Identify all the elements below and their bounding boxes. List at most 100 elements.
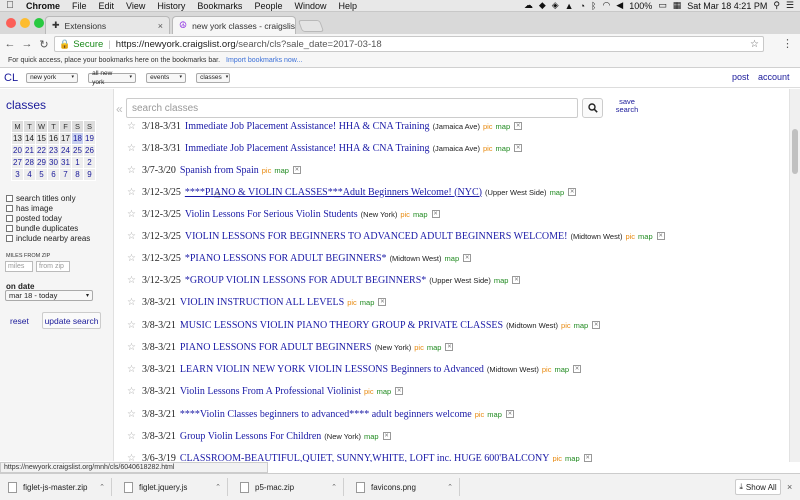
volume-icon[interactable]: ◀ [616, 0, 623, 11]
favorite-star-icon[interactable]: ☆ [127, 431, 136, 442]
calendar-day[interactable]: 26 [83, 144, 96, 157]
calendar-day-today[interactable]: 18 [71, 132, 84, 145]
calendar-day[interactable]: 20 [11, 144, 24, 157]
search-titles-only-checkbox[interactable]: search titles only [6, 194, 76, 203]
hide-posting-icon[interactable]: ✕ [583, 454, 592, 462]
lock-icon[interactable]: 🔒 [59, 39, 70, 50]
calendar-day[interactable]: 27 [11, 156, 24, 169]
favorite-star-icon[interactable]: ☆ [127, 187, 136, 198]
show-all-downloads-button[interactable]: ⤓ Show All [735, 479, 781, 495]
calendar-day[interactable]: 30 [47, 156, 60, 169]
bundle-duplicates-checkbox[interactable]: bundle duplicates [6, 224, 78, 233]
calendar-day[interactable]: 21 [23, 144, 36, 157]
flag-icon[interactable]: ▦ [673, 0, 682, 11]
cloud-icon[interactable]: ☁ [524, 0, 533, 11]
favorite-star-icon[interactable]: ☆ [127, 453, 136, 463]
hide-posting-icon[interactable]: ✕ [568, 188, 577, 196]
calendar-day[interactable]: 3 [11, 168, 24, 181]
calendar-day[interactable]: 4 [23, 168, 36, 181]
result-map-link[interactable]: map [638, 232, 653, 241]
calendar-day[interactable]: 5 [35, 168, 48, 181]
result-title-link[interactable]: Group Violin Lessons For Children [180, 431, 321, 442]
hide-posting-icon[interactable]: ✕ [512, 276, 521, 284]
section-select[interactable]: events ▾ [146, 72, 187, 83]
menu-chrome[interactable]: Chrome [20, 1, 66, 11]
checkbox-box[interactable] [6, 235, 13, 242]
result-map-link[interactable]: map [427, 343, 442, 352]
menu-view[interactable]: View [120, 1, 151, 11]
posted-today-checkbox[interactable]: posted today [6, 214, 62, 223]
update-search-button[interactable]: update search [42, 312, 101, 329]
bookmark-star-icon[interactable]: ☆ [750, 39, 759, 50]
zoom-window-button[interactable] [34, 18, 44, 28]
hide-posting-icon[interactable]: ✕ [573, 365, 582, 373]
result-map-link[interactable]: map [494, 276, 509, 285]
subarea-select[interactable]: all new york ▾ [88, 70, 137, 86]
result-title-link[interactable]: ****PIANO & VIOLIN CLASSES***Adult Begin… [185, 187, 482, 198]
result-title-link[interactable]: CLASSROOM-BEAUTIFUL,QUIET, SUNNY,WHITE, … [180, 453, 550, 463]
result-map-link[interactable]: map [360, 298, 375, 307]
result-title-link[interactable]: MUSIC LESSONS VIOLIN PIANO THEORY GROUP … [180, 320, 503, 331]
hide-posting-icon[interactable]: ✕ [505, 410, 514, 418]
menu-edit[interactable]: Edit [93, 1, 121, 11]
favorite-star-icon[interactable]: ☆ [127, 275, 136, 286]
page-scrollbar[interactable] [789, 89, 800, 462]
calendar-day[interactable]: 19 [83, 132, 96, 145]
forward-icon[interactable]: → [20, 38, 34, 50]
checkbox-box[interactable] [6, 195, 13, 202]
calendar-day[interactable]: 1 [71, 156, 84, 169]
favorite-star-icon[interactable]: ☆ [127, 320, 136, 331]
favorite-star-icon[interactable]: ☆ [127, 364, 136, 375]
new-tab-button[interactable] [297, 20, 325, 32]
result-title-link[interactable]: *PIANO LESSONS FOR ADULT BEGINNERS* [185, 253, 387, 264]
close-tab-icon[interactable]: × [158, 21, 163, 31]
calendar-day[interactable]: 28 [23, 156, 36, 169]
category-select[interactable]: classes ▾ [196, 72, 231, 83]
menu-history[interactable]: History [151, 1, 191, 11]
result-title-link[interactable]: Spanish from Spain [180, 165, 259, 176]
import-bookmarks-link[interactable]: Import bookmarks now... [226, 57, 302, 64]
zip-input[interactable]: from zip [36, 261, 70, 272]
calendar-day[interactable]: 22 [35, 144, 48, 157]
menu-file[interactable]: File [66, 1, 93, 11]
download-item[interactable]: figlet-js-master.zip ⌃ [0, 478, 112, 496]
triangle-icon[interactable]: ▲ [565, 1, 574, 11]
calendar-day[interactable]: 25 [71, 144, 84, 157]
post-link[interactable]: post [732, 72, 749, 82]
chevron-up-icon[interactable]: ⌃ [215, 483, 221, 491]
menubar-clock[interactable]: Sat Mar 18 4:21 PM [687, 1, 767, 11]
favorite-star-icon[interactable]: ☆ [127, 253, 136, 264]
include-nearby-areas-checkbox[interactable]: include nearby areas [6, 234, 90, 243]
shield-icon[interactable]: ◈ [552, 0, 559, 11]
checkbox-box[interactable] [6, 225, 13, 232]
favorite-star-icon[interactable]: ☆ [127, 409, 136, 420]
reset-button[interactable]: reset [10, 316, 29, 326]
favorite-star-icon[interactable]: ☆ [127, 231, 136, 242]
hide-posting-icon[interactable]: ✕ [431, 210, 440, 218]
calendar-day[interactable]: 6 [47, 168, 60, 181]
hide-posting-icon[interactable]: ✕ [514, 144, 523, 152]
download-item[interactable]: p5-mac.zip ⌃ [232, 478, 344, 496]
chevron-up-icon[interactable]: ⌃ [99, 483, 105, 491]
has-image-checkbox[interactable]: has image [6, 204, 53, 213]
result-title-link[interactable]: *GROUP VIOLIN LESSONS FOR ADULT BEGINNER… [185, 275, 426, 286]
menu-bookmarks[interactable]: Bookmarks [191, 1, 248, 11]
result-map-link[interactable]: map [364, 432, 379, 441]
favorite-star-icon[interactable]: ☆ [127, 342, 136, 353]
bluetooth-icon[interactable]: ᛒ [591, 1, 596, 11]
dropbox-icon[interactable]: ◆ [539, 0, 546, 11]
download-item[interactable]: figlet.jquery.js ⌃ [116, 478, 228, 496]
result-title-link[interactable]: Immediate Job Placement Assistance! HHA … [185, 121, 430, 132]
hide-posting-icon[interactable]: ✕ [292, 166, 301, 174]
result-title-link[interactable]: VIOLIN LESSONS FOR BEGINNERS TO ADVANCED… [185, 231, 568, 242]
apple-menu-icon[interactable]:  [0, 0, 20, 11]
calendar-day[interactable]: 9 [83, 168, 96, 181]
result-map-link[interactable]: map [413, 210, 428, 219]
result-title-link[interactable]: Violin Lessons From A Professional Violi… [180, 386, 361, 397]
wifi-icon[interactable]: ◠ [602, 0, 610, 11]
favorite-star-icon[interactable]: ☆ [127, 121, 136, 132]
hide-posting-icon[interactable]: ✕ [463, 254, 472, 262]
list-icon[interactable]: ☰ [786, 0, 794, 11]
chevron-up-icon[interactable]: ⌃ [331, 483, 337, 491]
account-link[interactable]: account [758, 72, 790, 82]
